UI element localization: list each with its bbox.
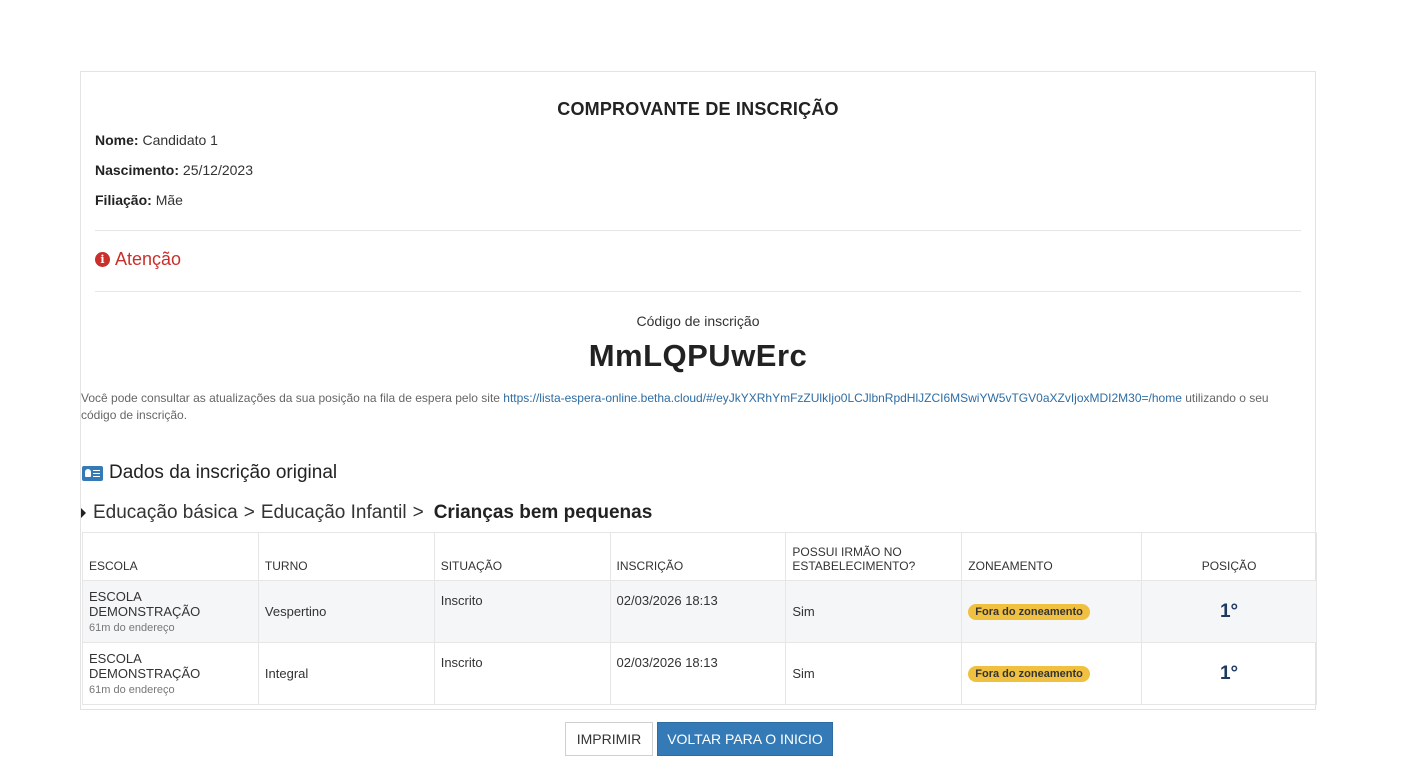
cell-date: 02/03/2026 18:13 [609,580,787,643]
info-prefix: Você pode consultar as atualizações da s… [81,391,504,405]
cell-status: Inscrito [433,642,611,705]
cell-status: Inscrito [433,580,611,643]
registration-code: MmLQPUwErc [588,338,808,373]
parent-label: Filiação: [95,192,152,208]
header-date: INSCRIÇÃO [609,532,787,581]
receipt-card: COMPROVANTE DE INSCRIÇÃO Nome: Candidato… [80,71,1317,710]
birth-value: 25/12/2023 [182,162,253,178]
cell-position: 1° [1141,580,1317,643]
parent-value: Mãe [155,192,183,208]
cell-zoning: Fora do zoneamento [961,580,1143,643]
zoning-badge: Fora do zoneamento [968,604,1090,620]
cell-zoning: Fora do zoneamento [961,642,1143,705]
breadcrumb-separator: > [243,502,255,523]
section-title: Dados da inscrição original [82,462,337,484]
attention-label: Atenção [115,249,182,269]
table-header-row: ESCOLA TURNO SITUAÇÃO INSCRIÇÃO POSSUI I… [82,532,1317,581]
school-name: ESCOLA DEMONSTRAÇÃO [89,651,201,681]
print-button[interactable]: IMPRIMIR [565,722,653,756]
info-circle-icon: i [95,252,110,267]
waitlist-link[interactable]: https://lista-espera-online.betha.cloud/… [503,391,1182,405]
breadcrumb-item-2: Educação Infantil [260,502,407,523]
cell-sibling: Sim [785,580,963,643]
name-value: Candidato 1 [142,132,218,148]
attention-toggle[interactable]: i Atenção [95,249,181,270]
breadcrumb: Educação básica > Educação Infantil > Cr… [81,502,652,524]
section-title-text: Dados da inscrição original [109,462,338,483]
header-shift: TURNO [257,532,435,581]
birth-label: Nascimento: [95,162,180,178]
cell-sibling: Sim [785,642,963,705]
registration-table: ESCOLA TURNO SITUAÇÃO INSCRIÇÃO POSSUI I… [82,532,1317,705]
divider [95,291,1301,292]
info-text: Você pode consultar as atualizações da s… [81,390,1306,424]
header-zoning: ZONEAMENTO [961,532,1143,581]
divider [95,230,1301,231]
birth-field: Nascimento: 25/12/2023 [95,162,253,178]
zoning-badge: Fora do zoneamento [968,666,1090,682]
header-position: POSIÇÃO [1141,532,1317,581]
cell-shift: Vespertino [257,580,435,643]
header-sibling: POSSUI IRMÃO NO ESTABELECIMENTO? [785,532,963,581]
parent-field: Filiação: Mãe [95,192,183,208]
header-status: SITUAÇÃO [433,532,611,581]
header-school: ESCOLA [82,532,259,581]
cell-date: 02/03/2026 18:13 [609,642,787,705]
school-distance: 61m do endereço [89,622,175,634]
breadcrumb-item-1: Educação básica [93,502,238,523]
school-distance: 61m do endereço [89,684,175,696]
breadcrumb-item-3: Crianças bem pequenas [433,502,653,523]
id-card-icon [82,465,103,481]
table-row: ESCOLA DEMONSTRAÇÃO 61m do endereço Inte… [82,642,1317,705]
table-row: ESCOLA DEMONSTRAÇÃO 61m do endereço Vesp… [82,580,1317,643]
caret-right-icon [81,508,86,518]
name-field: Nome: Candidato 1 [95,132,218,148]
cell-school: ESCOLA DEMONSTRAÇÃO 61m do endereço [82,580,259,643]
school-name: ESCOLA DEMONSTRAÇÃO [89,589,201,619]
name-label: Nome: [95,132,139,148]
breadcrumb-separator: > [412,502,424,523]
back-home-button[interactable]: VOLTAR PARA O INICIO [657,722,833,756]
code-label: Código de inscrição [636,313,760,329]
cell-shift: Integral [257,642,435,705]
page-title: COMPROVANTE DE INSCRIÇÃO [557,99,839,119]
cell-school: ESCOLA DEMONSTRAÇÃO 61m do endereço [82,642,259,705]
cell-position: 1° [1141,642,1317,705]
